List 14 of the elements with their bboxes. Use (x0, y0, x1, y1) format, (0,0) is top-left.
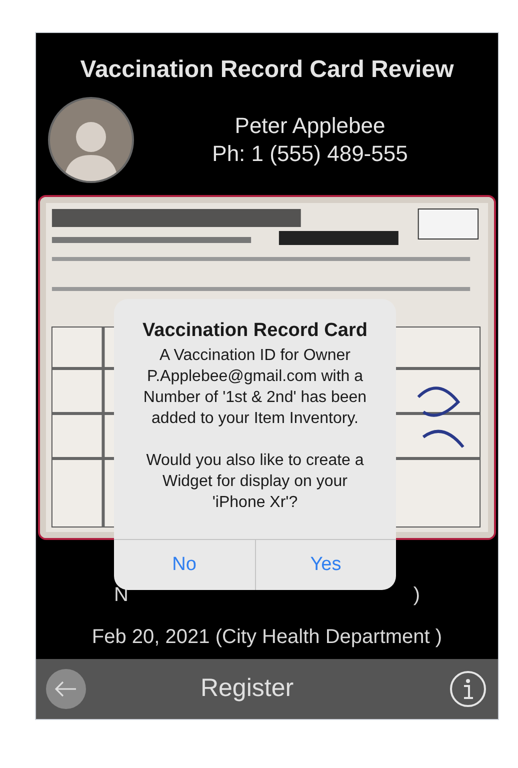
alert-question: Would you also like to create a Widget for display on your 'iPhone Xr'? (145, 451, 365, 513)
alert-title: Vaccination Record Card (142, 319, 368, 343)
info-icon (449, 670, 487, 708)
phone-number: Ph: 1 (555) 489-555 (212, 140, 408, 168)
person-name: Peter Applebee (234, 112, 386, 140)
alert-message: A Vaccination ID for Owner P.Applebee@gmail.com with a Number of '1st & 2nd' has been added to your Item Inventory. (142, 346, 368, 429)
back-arrow-icon (55, 681, 77, 697)
back-button[interactable] (46, 669, 86, 709)
issue-date: Feb 20, 2021 (City Health Department ) (90, 625, 444, 648)
detail-text: ) (413, 583, 420, 606)
info-button[interactable] (448, 669, 488, 709)
screen-title: Vaccination Record Card Review (79, 55, 455, 85)
alert-button[interactable]: Yes (254, 540, 396, 590)
bar-title: Register (200, 673, 294, 704)
